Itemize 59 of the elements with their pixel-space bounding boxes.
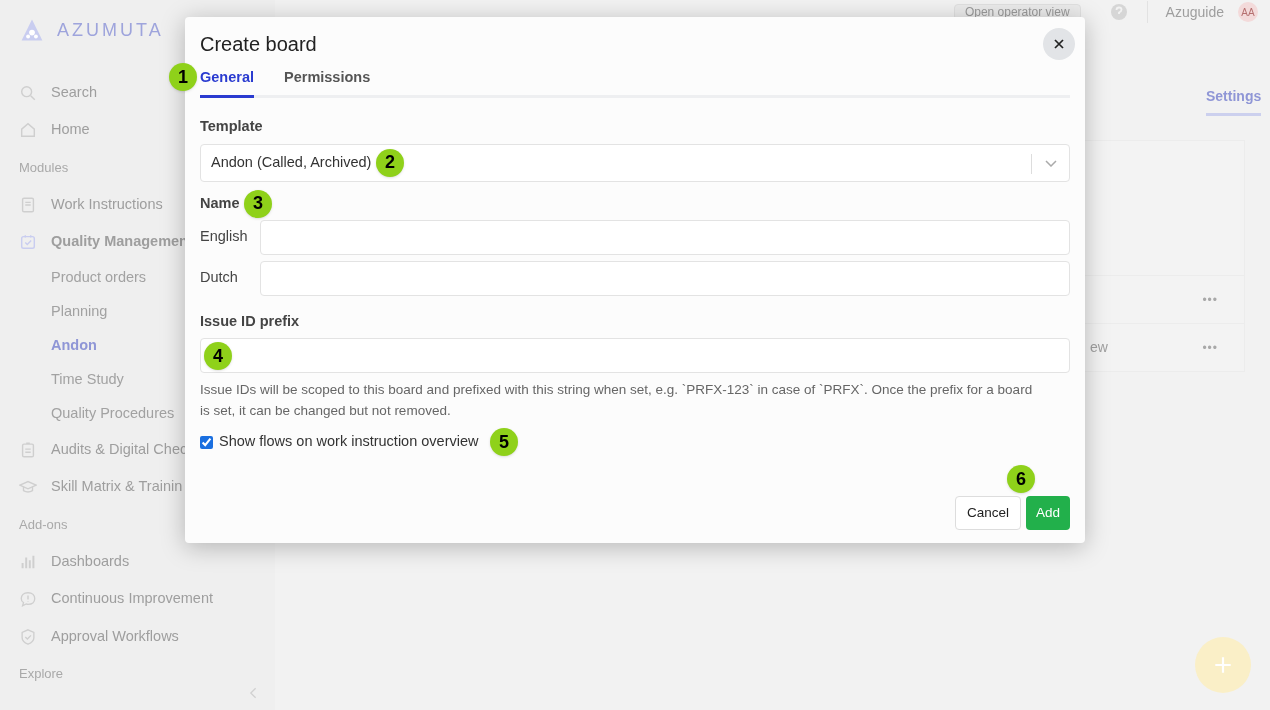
book-icon (19, 195, 37, 214)
step-badge: 1 (169, 63, 197, 91)
sidebar-subitem[interactable]: Planning (19, 295, 108, 329)
sidebar-subitem[interactable]: Andon (19, 329, 97, 363)
section-label: Explore (19, 665, 64, 684)
step-badge: 2 (376, 148, 404, 177)
sidebar-item[interactable]: Continuous Improvement (19, 580, 213, 618)
more-menu[interactable]: ••• (1202, 338, 1218, 357)
shield-check-icon (19, 627, 37, 646)
checkbox[interactable] (200, 435, 213, 449)
prefix-input[interactable] (200, 338, 1070, 374)
sidebar-item[interactable]: Home (19, 111, 90, 149)
sidebar-subitem[interactable]: Time Study (19, 363, 124, 397)
brand-name: AZUMUTA (57, 18, 164, 42)
chevron-down-icon (1045, 159, 1057, 167)
tab[interactable]: General (200, 67, 254, 98)
sidebar-item[interactable]: Approval Workflows (19, 618, 179, 656)
add-button[interactable]: Add (1025, 496, 1070, 531)
step-badge: 3 (244, 189, 272, 218)
sidebar-item[interactable]: Work Instructions (19, 186, 163, 224)
sidebar-item[interactable]: Quality Managemen (19, 223, 188, 261)
field-label: Name (200, 193, 240, 213)
settings-tab[interactable]: Settings (1206, 86, 1262, 116)
section-label: Modules (19, 158, 69, 177)
checkbox-label: Show flows on work instruction overview (219, 432, 479, 452)
sidebar-item[interactable]: Dashboards (19, 543, 130, 581)
modal-title: Create board (200, 32, 317, 57)
table-cell-text: ew (1090, 338, 1108, 357)
language-label: English (200, 227, 249, 247)
plus-icon (1212, 654, 1234, 676)
home-icon (19, 121, 37, 140)
sidebar-item[interactable]: Skill Matrix & Trainin (19, 468, 183, 506)
user-menu[interactable]: Azuguide (1165, 1, 1224, 23)
name-input[interactable] (260, 260, 1070, 296)
more-menu[interactable]: ••• (1202, 290, 1218, 309)
template-select[interactable]: Andon (Called, Archived) 2 (200, 143, 1070, 182)
step-badge: 5 (490, 428, 518, 457)
field-label: Template (200, 116, 264, 136)
step-badge: 6 (1007, 465, 1035, 494)
speech-bubble-icon (19, 590, 37, 609)
sidebar-subitem[interactable]: Product orders (19, 261, 147, 295)
select-value: Andon (Called, Archived) (211, 152, 372, 172)
section-label: Add-ons (19, 515, 68, 534)
help-icon (1108, 2, 1129, 22)
field-label: Issue ID prefix (200, 311, 301, 331)
sidebar-item[interactable]: Search (19, 74, 97, 112)
close-button[interactable] (1043, 28, 1075, 60)
help-text: Issue IDs will be scoped to this board and prefixed with this string when set, e.g. `PRFX-123` in case of `PRFX`. Once the prefix for a board is set, it can be changed but not removed. (200, 381, 1034, 421)
avatar[interactable]: AA (1238, 2, 1258, 22)
calendar-check-icon (19, 233, 37, 252)
tab[interactable]: Permissions (284, 67, 371, 98)
language-label: Dutch (200, 268, 239, 288)
name-input[interactable] (260, 219, 1070, 255)
search-icon (19, 83, 37, 102)
clipboard-icon (19, 440, 37, 459)
sidebar-item[interactable]: Audits & Digital Chec (19, 431, 188, 469)
sidebar-subitem[interactable]: Quality Procedures (19, 397, 175, 431)
cancel-button[interactable]: Cancel (954, 496, 1021, 531)
add-fab[interactable] (1195, 637, 1251, 693)
